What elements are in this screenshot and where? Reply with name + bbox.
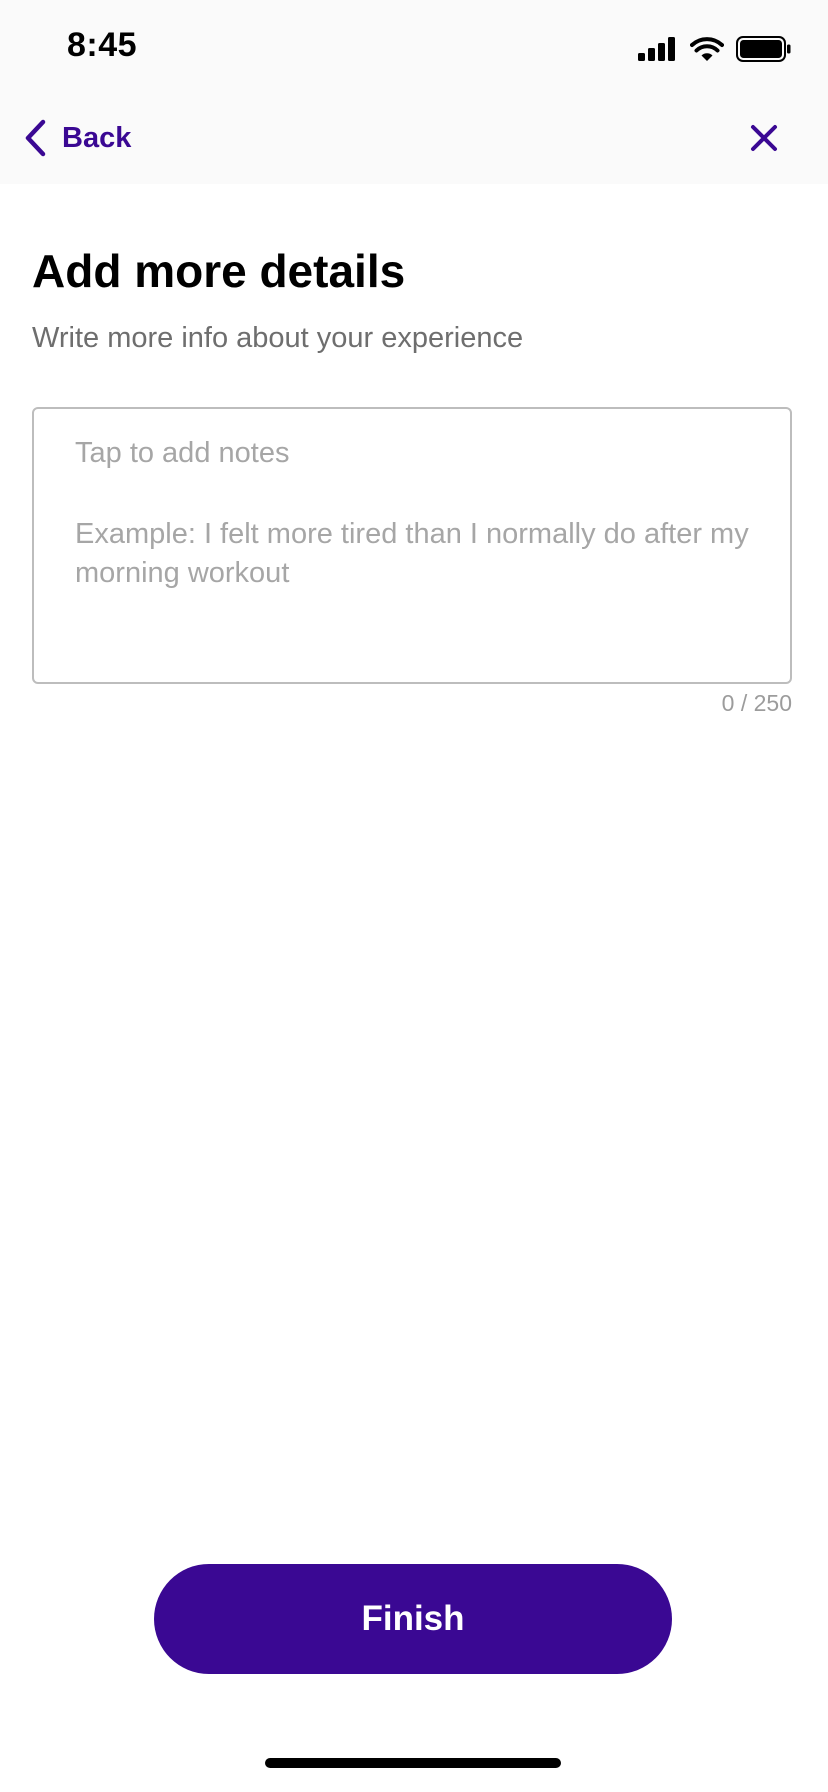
notes-placeholder-prompt: Tap to add notes	[75, 437, 290, 469]
page-title: Add more details	[32, 245, 406, 297]
status-bar: 8:45	[0, 0, 828, 96]
page-subtitle: Write more info about your experience	[32, 322, 524, 354]
notes-input[interactable]: Tap to add notes Example: I felt more ti…	[32, 407, 792, 684]
finish-button-label: Finish	[361, 1599, 465, 1638]
nav-bar: Back	[0, 96, 828, 184]
home-indicator	[265, 1758, 561, 1768]
status-icons	[638, 36, 792, 62]
back-label: Back	[62, 121, 132, 154]
close-button[interactable]	[744, 118, 784, 158]
chevron-left-icon	[25, 119, 46, 157]
wifi-icon	[690, 37, 724, 61]
finish-button[interactable]: Finish	[154, 1564, 672, 1674]
notes-placeholder-example: Example: I felt more tired than I normal…	[75, 518, 749, 589]
character-counter: 0 / 250	[721, 690, 792, 716]
back-button[interactable]: Back	[22, 114, 131, 162]
close-icon	[751, 125, 777, 151]
battery-icon	[736, 36, 791, 62]
cellular-signal-icon	[638, 37, 675, 61]
status-time: 8:45	[67, 26, 138, 64]
